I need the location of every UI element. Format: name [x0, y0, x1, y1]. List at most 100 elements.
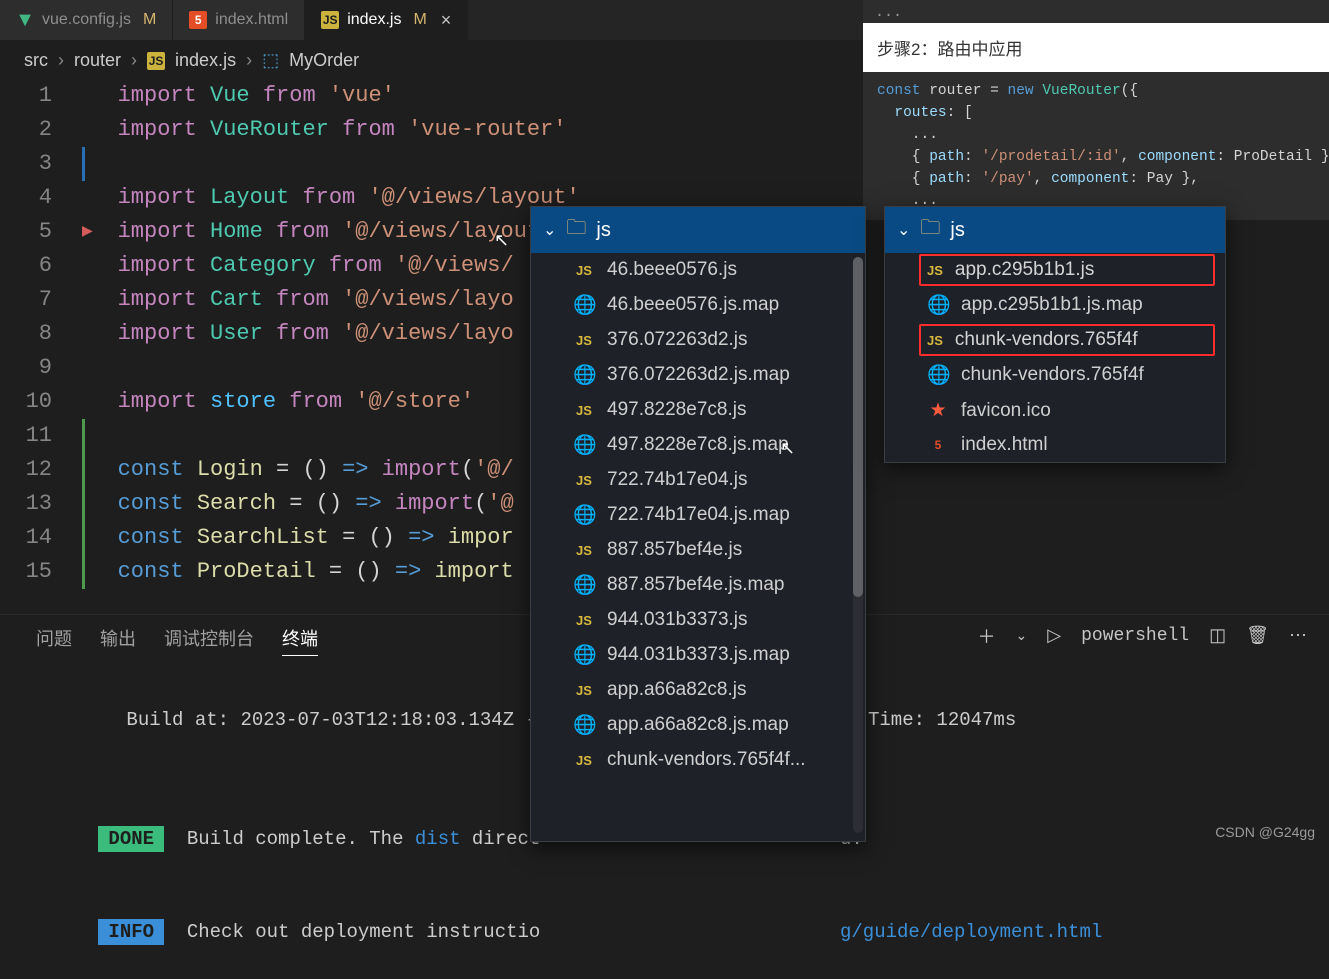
file-item[interactable]: JS chunk-vendors.765f4f [919, 324, 1215, 356]
info-text: Check out deployment instructio [187, 921, 540, 943]
file-name: 887.857bef4e.js.map [607, 574, 784, 596]
deployment-link[interactable]: g/guide/deployment.html [840, 917, 1102, 948]
chevron-right-icon: › [246, 50, 252, 71]
js-icon: JS [573, 683, 595, 698]
js-icon: JS [573, 333, 595, 348]
file-item[interactable]: 🌐app.c295b1b1.js.map [885, 287, 1225, 323]
file-name: 944.031b3373.js.map [607, 644, 790, 666]
done-text: Build complete. The [187, 828, 415, 850]
tab-label: index.html [215, 11, 288, 29]
file-name: 497.8228e7c8.js [607, 399, 746, 421]
js-icon: JS [321, 11, 339, 29]
watermark: CSDN @G24gg [1215, 824, 1315, 840]
file-item[interactable]: JS722.74b17e04.js [531, 463, 865, 497]
breadcrumb-seg[interactable]: src [24, 50, 48, 71]
build-at-label: Build at: [126, 709, 240, 731]
shell-name[interactable]: powershell [1081, 626, 1189, 646]
file-name: index.html [961, 434, 1048, 456]
file-item[interactable]: 🌐 722.74b17e04.js.map [531, 497, 865, 533]
html-icon: 5 [927, 438, 949, 452]
tab-index-js[interactable]: JS index.js M × [305, 0, 468, 40]
file-name: 944.031b3373.js [607, 609, 748, 631]
more-icon[interactable]: ⋯ [1289, 625, 1307, 647]
file-item[interactable]: JS chunk-vendors.765f4f... [531, 743, 865, 777]
tab-label: vue.config.js [42, 11, 131, 29]
popup-header[interactable]: ⌄ 🗀 js [531, 207, 865, 253]
file-item[interactable]: 🌐376.072263d2.js.map [531, 357, 865, 393]
file-name: app.c295b1b1.js.map [961, 294, 1143, 316]
file-item[interactable]: 🌐46.beee0576.js.map [531, 287, 865, 323]
doc-code-block: const router = new VueRouter({ routes: [… [863, 72, 1329, 220]
panel-toolbar: ＋ ⌄ ▷ powershell ◫ 🗑 ⋯ [978, 623, 1307, 649]
close-icon[interactable]: × [441, 10, 452, 31]
popup-header[interactable]: ⌄ 🗀 js [885, 207, 1225, 253]
chevron-down-icon[interactable]: ⌄ [897, 220, 910, 240]
file-item[interactable]: JS497.8228e7c8.js [531, 393, 865, 427]
file-item[interactable]: 🌐app.a66a82c8.js.map [531, 707, 865, 743]
file-item[interactable]: JSapp.c295b1b1.js [919, 254, 1215, 286]
build-time: Time: 12047ms [868, 705, 1016, 736]
tab-label: index.js [347, 11, 401, 29]
file-name: favicon.ico [961, 400, 1051, 422]
file-name: 722.74b17e04.js.map [607, 504, 790, 526]
globe-icon: 🌐 [573, 643, 595, 667]
vue-icon: ▼ [16, 11, 34, 29]
new-terminal-icon[interactable]: ＋ [978, 623, 996, 649]
html-icon: 5 [189, 11, 207, 29]
doc-step-title: 步骤2：路由中应用 [863, 23, 1329, 72]
js-icon: JS [573, 753, 595, 768]
file-item[interactable]: JS 376.072263d2.js [531, 323, 865, 357]
globe-icon: 🌐 [573, 293, 595, 317]
file-name: 376.072263d2.js [607, 329, 748, 351]
file-name: app.a66a82c8.js [607, 679, 746, 701]
panel-tab-terminal[interactable]: 终端 [282, 625, 318, 656]
doc-panel: ... 步骤2：路由中应用 const router = new VueRout… [863, 0, 1329, 220]
split-editor-icon[interactable]: ◫ [1209, 625, 1226, 647]
folder-icon: 🗀 [566, 213, 586, 247]
breadcrumb-symbol[interactable]: MyOrder [289, 50, 359, 71]
trash-icon[interactable]: 🗑 [1246, 625, 1269, 647]
file-item[interactable]: JS887.857bef4e.js [531, 533, 865, 567]
file-item[interactable]: JS46.beee0576.js [531, 253, 865, 287]
file-item[interactable]: ★favicon.ico [885, 393, 1225, 428]
file-explorer-popup-2: ⌄ 🗀 js JSapp.c295b1b1.js🌐app.c295b1b1.js… [884, 206, 1226, 463]
tab-index-html[interactable]: 5 index.html [173, 0, 305, 40]
folder-name: js [596, 219, 610, 242]
js-icon: JS [573, 473, 595, 488]
js-icon: JS [927, 333, 943, 348]
chevron-right-icon: › [131, 50, 137, 71]
file-name: 376.072263d2.js.map [607, 364, 790, 386]
folder-name: js [950, 219, 964, 242]
done-badge: DONE [98, 826, 164, 852]
split-terminal-icon[interactable]: ▷ [1047, 625, 1061, 647]
file-item[interactable]: 🌐887.857bef4e.js.map [531, 567, 865, 603]
file-item[interactable]: 🌐chunk-vendors.765f4f [885, 357, 1225, 393]
js-icon: JS [573, 263, 595, 278]
js-icon: JS [927, 263, 943, 278]
panel-tab-problems[interactable]: 问题 [36, 625, 72, 656]
js-icon: JS [147, 52, 165, 70]
chevron-down-icon[interactable]: ⌄ [1016, 628, 1028, 645]
file-item[interactable]: 🌐 944.031b3373.js.map [531, 637, 865, 673]
file-name: chunk-vendors.765f4f [955, 329, 1138, 351]
panel-tab-debug[interactable]: 调试控制台 [164, 625, 254, 656]
file-item[interactable]: JS app.a66a82c8.js [531, 673, 865, 707]
breadcrumb-file[interactable]: index.js [175, 50, 236, 71]
file-item[interactable]: JS 944.031b3373.js [531, 603, 865, 637]
tab-vue-config[interactable]: ▼ vue.config.js M [0, 0, 173, 40]
file-name: chunk-vendors.765f4f [961, 364, 1144, 386]
file-item[interactable]: 5 index.html [885, 428, 1225, 462]
js-icon: JS [573, 613, 595, 628]
file-name: chunk-vendors.765f4f... [607, 749, 806, 771]
file-name: 497.8228e7c8.js.map [607, 434, 789, 456]
done-text-2: direct [461, 828, 541, 850]
globe-icon: 🌐 [573, 503, 595, 527]
chevron-down-icon[interactable]: ⌄ [543, 220, 556, 240]
breadcrumb-seg[interactable]: router [74, 50, 121, 71]
file-item[interactable]: 🌐497.8228e7c8.js.map [531, 427, 865, 463]
scrollbar-thumb[interactable] [853, 257, 863, 597]
file-explorer-popup-1: ⌄ 🗀 js JS46.beee0576.js🌐46.beee0576.js.m… [530, 206, 866, 842]
panel-tab-output[interactable]: 输出 [100, 625, 136, 656]
folder-icon: 🗀 [920, 213, 940, 247]
dist-folder: dist [415, 828, 461, 850]
